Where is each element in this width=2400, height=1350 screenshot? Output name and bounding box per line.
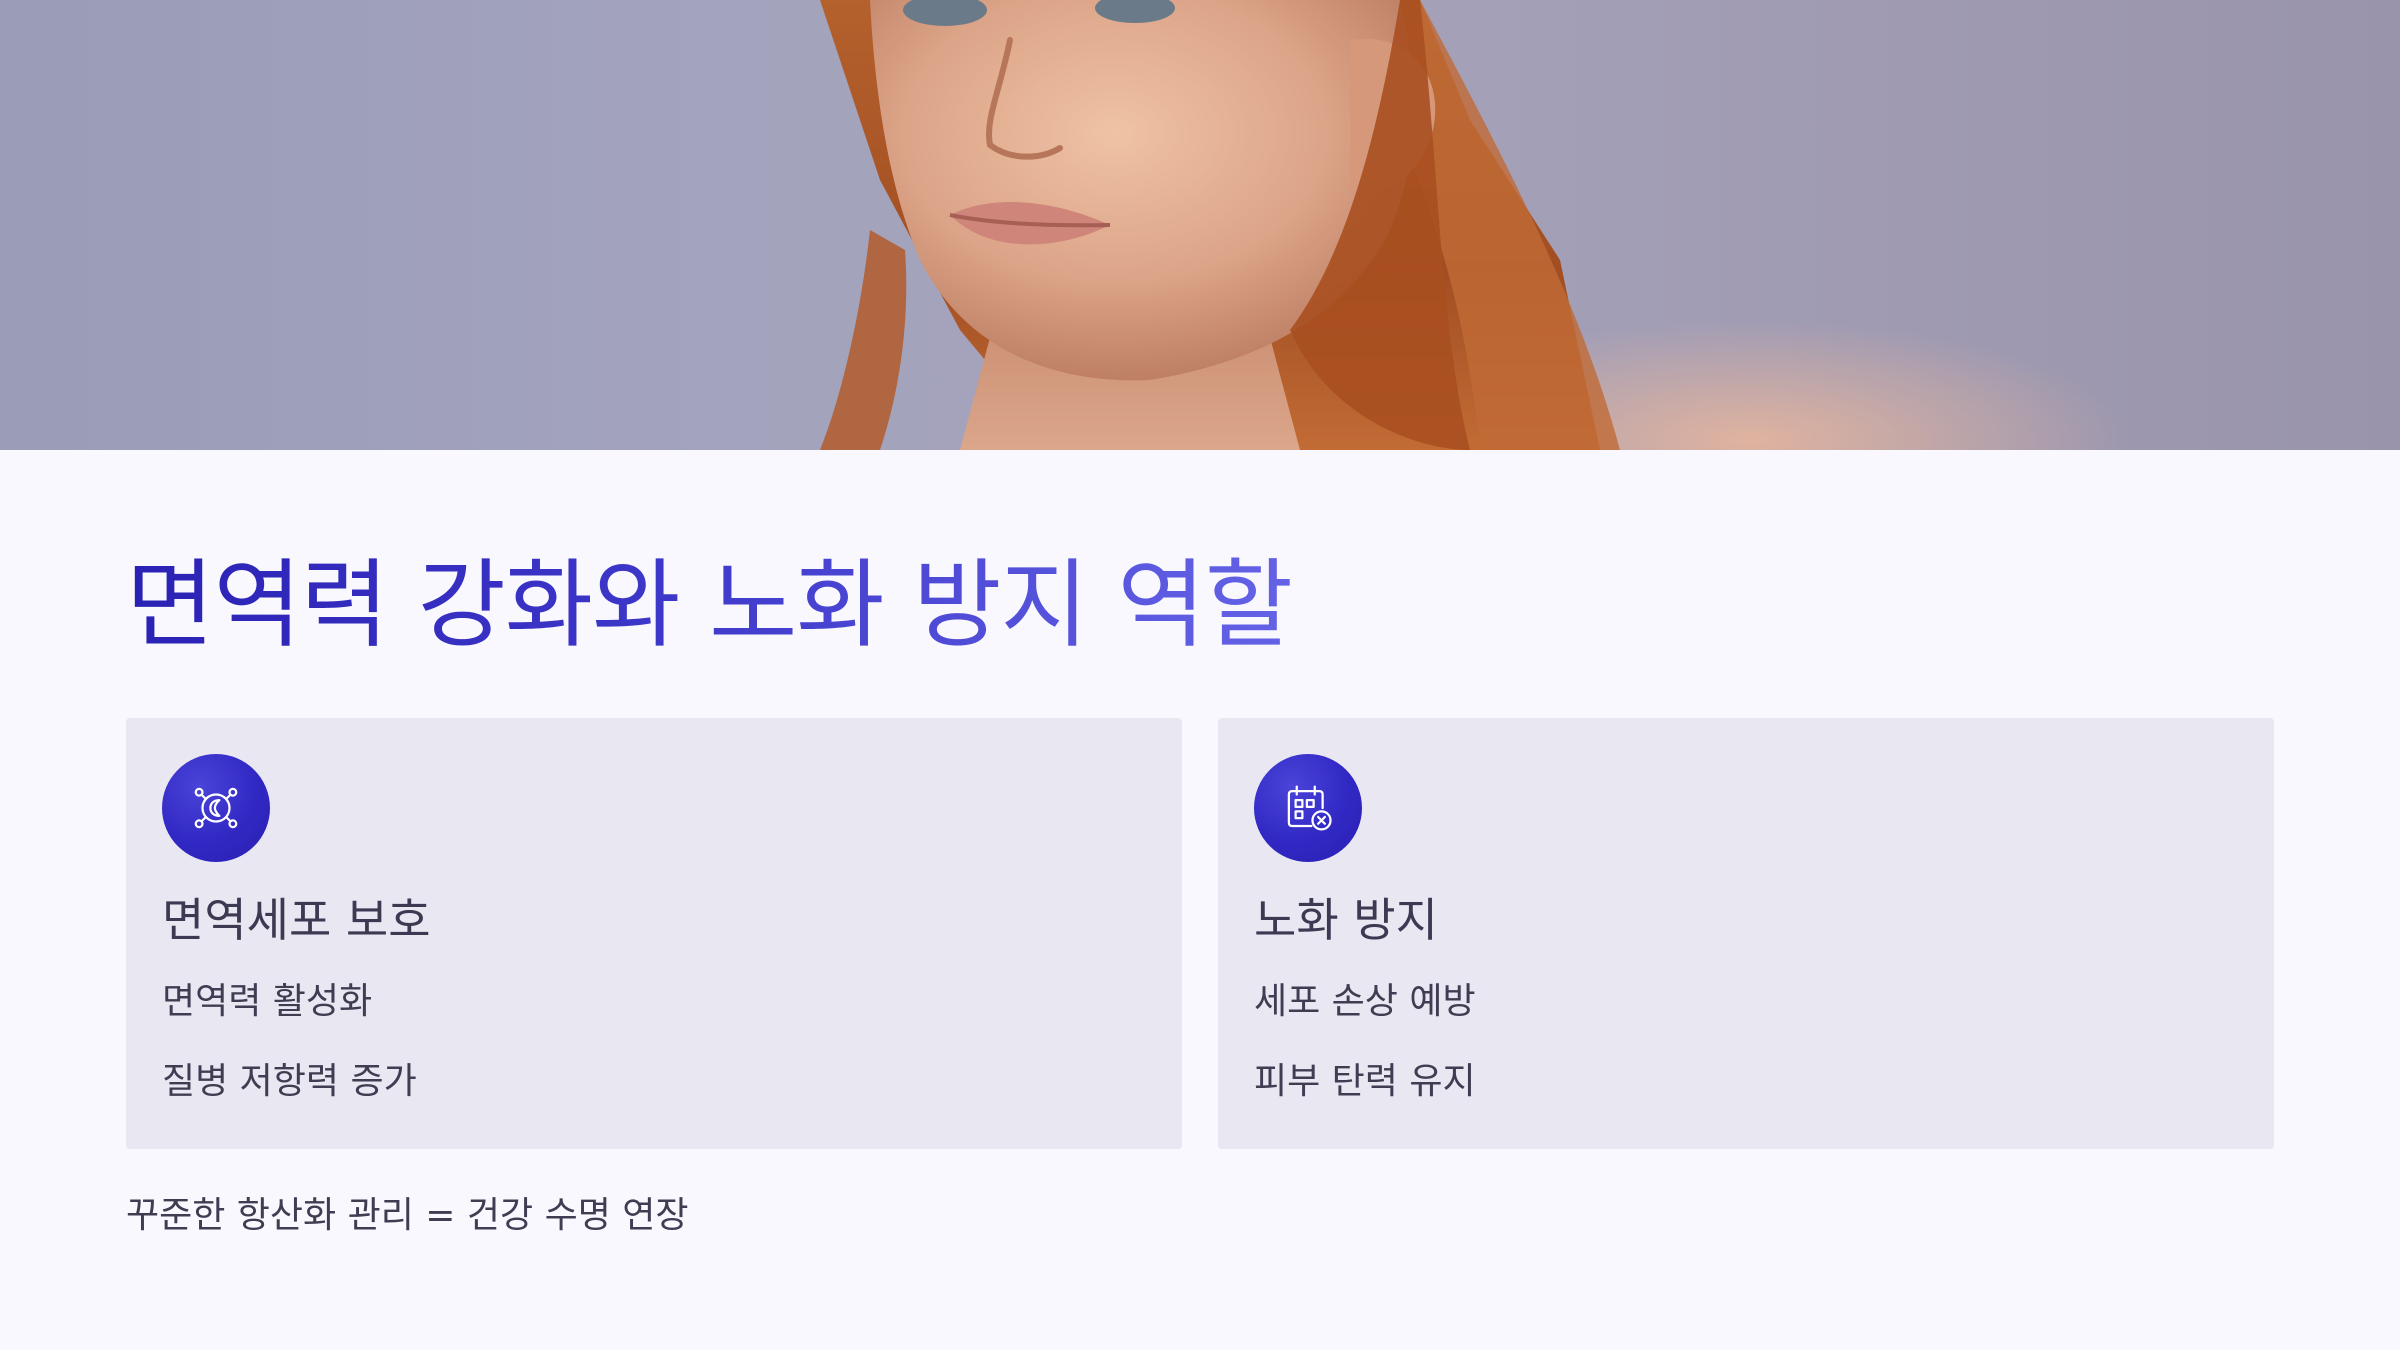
card-item: 면역력 활성화 xyxy=(162,981,373,1022)
card-anti-aging: 노화 방지 세포 손상 예방 피부 탄력 유지 xyxy=(1218,718,2274,1149)
card-item: 질병 저항력 증가 xyxy=(162,1061,417,1102)
slide-title: 면역력 강화와 노화 방지 역할 xyxy=(126,540,1293,670)
card-item: 세포 손상 예방 xyxy=(1254,981,1476,1022)
portrait-photo xyxy=(820,0,2130,450)
slide: 면역력 강화와 노화 방지 역할 면역세포 보호 면역력 활성화 질병 저항력 … xyxy=(0,0,2400,1350)
footer-note: 꾸준한 항산화 관리 = 건강 수명 연장 xyxy=(126,1195,689,1236)
card-immune-protection: 면역세포 보호 면역력 활성화 질병 저항력 증가 xyxy=(126,718,1182,1149)
hero-image xyxy=(0,0,2400,450)
card-title: 면역세포 보호 xyxy=(162,893,431,947)
card-item: 피부 탄력 유지 xyxy=(1254,1061,1476,1102)
calendar-cancel-icon xyxy=(1254,754,1362,862)
card-title: 노화 방지 xyxy=(1254,893,1438,947)
immune-cell-icon xyxy=(162,754,270,862)
